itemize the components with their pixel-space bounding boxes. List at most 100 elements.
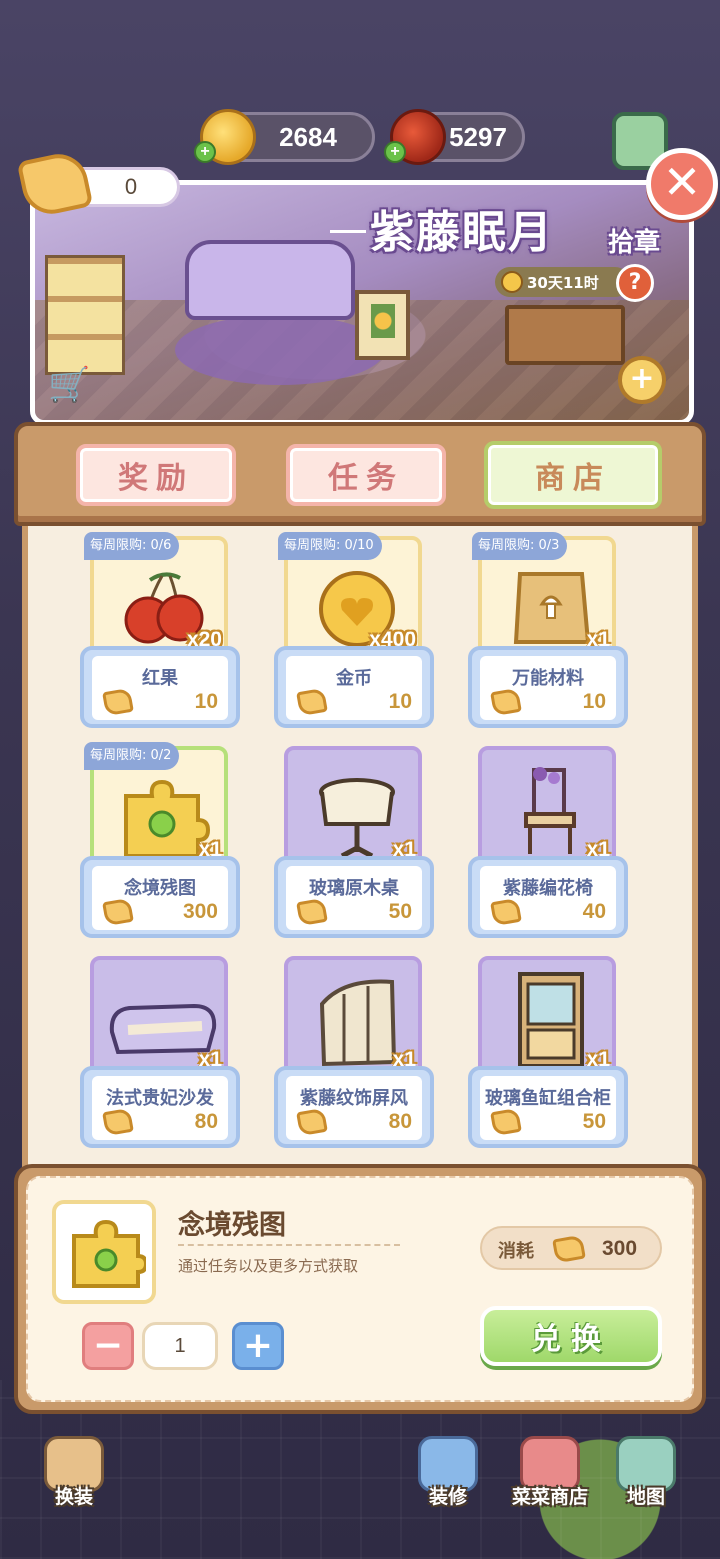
title-divider: [330, 230, 366, 233]
item-image-frame: x1: [90, 956, 228, 1081]
red-fruit-amount: 5297: [449, 121, 507, 152]
zoom-in-button[interactable]: +: [618, 356, 666, 404]
star-crystal-icon: [102, 687, 134, 717]
weekly-limit-badge: 每周限购: 0/10: [278, 532, 382, 560]
tab-rewards[interactable]: 奖励: [76, 444, 236, 506]
selected-item-frame: [52, 1200, 156, 1304]
item-info: 红果 10: [80, 646, 240, 728]
shop-item-card[interactable]: x1 法式贵妃沙发 80: [80, 956, 240, 1148]
star-crystal-icon: [552, 1234, 586, 1264]
shop-item-card[interactable]: x1 紫藤纹饰屏风 80: [274, 956, 434, 1148]
quantity-input[interactable]: 1: [142, 1322, 218, 1370]
chair-icon: [524, 767, 576, 854]
nav-caicai-shop[interactable]: 菜菜商店: [500, 1436, 600, 1520]
item-info: 玻璃鱼缸组合柜 50: [468, 1066, 628, 1148]
flower-shelf-art: [45, 255, 125, 375]
purchase-panel-inner: 念境残图 通过任务以及更多方式获取 消耗 300 − 1 + 兑换: [26, 1176, 694, 1402]
item-info-inner: 玻璃原木桌 50: [286, 866, 422, 930]
nav-label: 换装: [54, 1486, 93, 1508]
item-info: 玻璃原木桌 50: [274, 856, 434, 938]
close-button[interactable]: ✕: [646, 148, 718, 220]
add-coins-icon[interactable]: +: [194, 141, 216, 163]
nav-dress-up[interactable]: 换装: [34, 1436, 114, 1520]
item-info: 金币 10: [274, 646, 434, 728]
item-name: 金币: [336, 668, 372, 689]
item-name: 念境残图: [124, 878, 196, 899]
increase-quantity-button[interactable]: +: [232, 1322, 284, 1370]
coin-amount: 2684: [279, 121, 337, 152]
event-timer: 30天11时: [495, 267, 630, 297]
shop-item-card[interactable]: x1 每周限购: 0/3 万能材料 10: [468, 532, 628, 728]
item-info-inner: 玻璃鱼缸组合柜 50: [480, 1076, 616, 1140]
screen-icon: [319, 979, 397, 1067]
tab-bar: 奖励 任务 商店: [14, 422, 706, 526]
star-crystal-icon: [490, 897, 522, 927]
item-price: 40: [582, 900, 606, 923]
nav-label: 菜菜商店: [511, 1486, 588, 1508]
event-title: 紫藤眠月: [370, 207, 554, 258]
event-title-plate: 紫藤眠月 拾章: [330, 188, 696, 263]
nav-decorate[interactable]: 装修: [408, 1436, 488, 1520]
star-crystal-icon: [490, 687, 522, 717]
material-bag-icon: [513, 572, 591, 644]
star-crystal-icon: [490, 1107, 522, 1137]
selected-item-description: 通过任务以及更多方式获取: [178, 1257, 359, 1275]
item-info-inner: 红果 10: [92, 656, 228, 720]
red-fruit-counter[interactable]: + 5297: [384, 109, 525, 165]
item-name: 玻璃鱼缸组合柜: [485, 1088, 611, 1109]
item-price: 10: [388, 690, 412, 713]
coin-counter[interactable]: + 2684: [194, 109, 375, 165]
item-info-inner: 紫藤纹饰屏风 80: [286, 1076, 422, 1140]
purchase-panel: 念境残图 通过任务以及更多方式获取 消耗 300 − 1 + 兑换: [14, 1164, 706, 1414]
shop-item-card[interactable]: x1 每周限购: 0/2 念境残图 300: [80, 742, 240, 938]
exchange-button[interactable]: 兑换: [480, 1306, 662, 1366]
add-fruit-icon[interactable]: +: [384, 141, 406, 163]
nav-map[interactable]: 地图: [606, 1436, 686, 1520]
event-timer-text: 30天11时: [527, 273, 599, 292]
easel-painting-art: [355, 290, 410, 360]
shop-item-card[interactable]: x20 每周限购: 0/6 红果 10: [80, 532, 240, 728]
cost-display: 消耗 300: [480, 1226, 662, 1270]
item-price: 50: [388, 900, 412, 923]
puzzle-piece-icon: [72, 1219, 146, 1288]
decrease-quantity-button[interactable]: −: [82, 1322, 134, 1370]
item-price: 10: [194, 690, 218, 713]
item-info: 念境残图 300: [80, 856, 240, 938]
puzzle-piece-icon: [124, 779, 210, 858]
item-price: 80: [388, 1110, 412, 1133]
item-name: 玻璃原木桌: [309, 878, 399, 899]
table-icon: [319, 778, 395, 859]
star-crystal-icon: [296, 1107, 328, 1137]
tab-tasks[interactable]: 任务: [286, 444, 446, 506]
shop-item-card[interactable]: x1 玻璃鱼缸组合柜 50: [468, 956, 628, 1148]
star-balance: 0: [16, 148, 182, 220]
item-image-frame: x1: [478, 956, 616, 1081]
shop-item-grid[interactable]: x20 每周限购: 0/6 红果 10 x400 每周限购: 0/10 金币 1…: [22, 526, 698, 1176]
shop-item-card[interactable]: x1 玻璃原木桌 50: [274, 746, 434, 938]
item-info-inner: 法式贵妃沙发 80: [92, 1076, 228, 1140]
clock-icon: [501, 271, 523, 293]
star-crystal-icon: [296, 687, 328, 717]
event-chapter: 拾章: [608, 228, 661, 258]
weekly-limit-badge: 每周限购: 0/6: [84, 532, 180, 560]
cost-value: 300: [602, 1237, 638, 1260]
shop-item-card[interactable]: x1 紫藤编花椅 40: [468, 746, 628, 938]
selected-item-name: 念境残图: [178, 1210, 286, 1241]
item-image-frame: x1: [284, 746, 422, 871]
item-name: 万能材料: [512, 668, 584, 689]
cabinet-icon: [518, 972, 584, 1068]
item-price: 10: [582, 690, 606, 713]
shop-item-card[interactable]: x400 每周限购: 0/10 金币 10: [274, 532, 434, 728]
item-info: 万能材料 10: [468, 646, 628, 728]
item-info-inner: 念境残图 300: [92, 866, 228, 930]
item-info: 紫藤编花椅 40: [468, 856, 628, 938]
divider: [178, 1244, 400, 1246]
help-button[interactable]: ?: [616, 264, 654, 302]
weekly-limit-badge: 每周限购: 0/3: [472, 532, 568, 560]
item-image-frame: x1: [478, 746, 616, 871]
cart-icon[interactable]: 🛒: [48, 365, 96, 405]
tab-shop[interactable]: 商店: [484, 441, 662, 509]
desk-art: [505, 305, 625, 365]
item-info: 法式贵妃沙发 80: [80, 1066, 240, 1148]
item-info-inner: 金币 10: [286, 656, 422, 720]
